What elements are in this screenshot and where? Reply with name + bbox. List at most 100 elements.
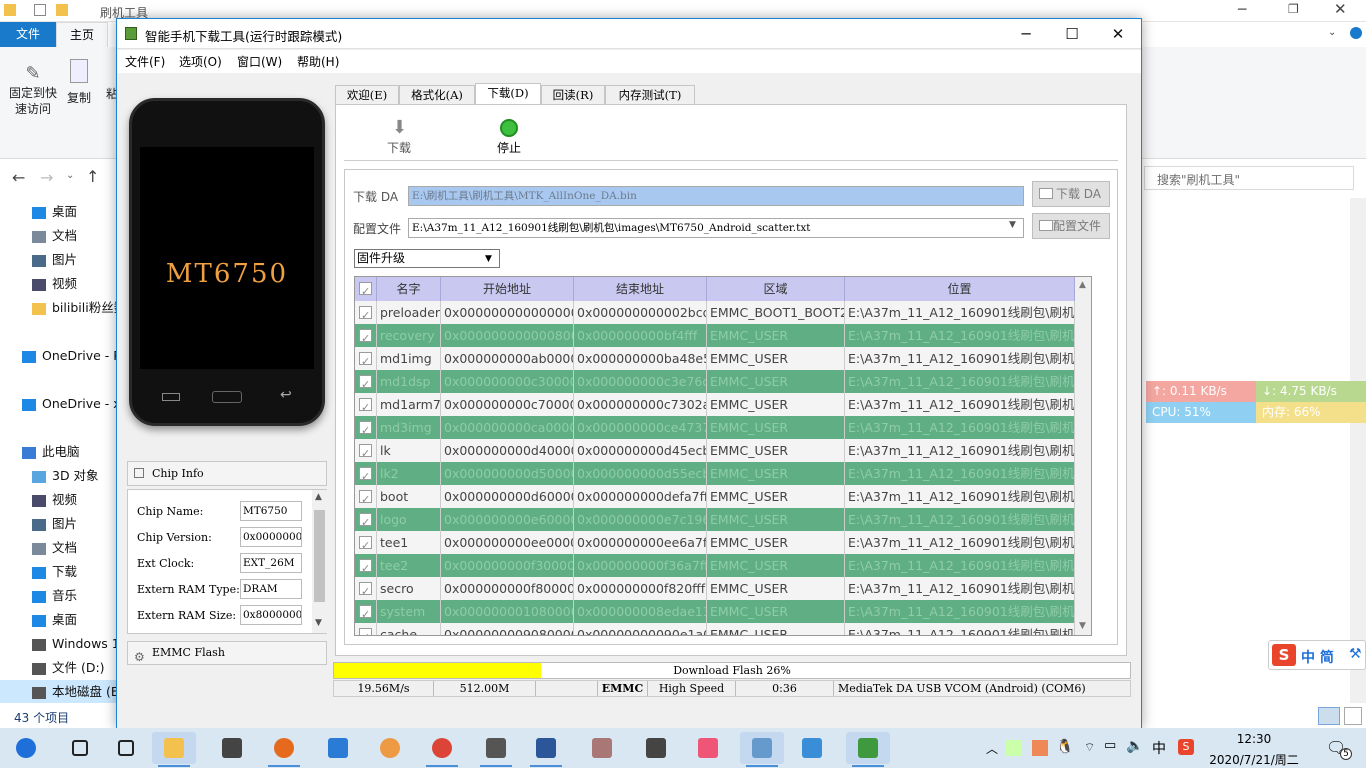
- word-icon[interactable]: [524, 732, 568, 767]
- col-region[interactable]: 区域: [707, 277, 845, 301]
- table-row[interactable]: system0x00000000108000000x000000008edae1…: [355, 600, 1075, 623]
- paste-partial[interactable]: 粘: [106, 85, 118, 102]
- row-checkbox[interactable]: [355, 370, 377, 393]
- tab-download[interactable]: 下载(D): [475, 83, 541, 105]
- ime-indicator[interactable]: 中: [1152, 738, 1166, 758]
- table-row[interactable]: md1img0x000000000ab000000x000000000ba48e…: [355, 347, 1075, 370]
- table-row[interactable]: md1dsp0x000000000c3000000x000000000c3e76…: [355, 370, 1075, 393]
- col-location[interactable]: 位置: [845, 277, 1075, 301]
- col-name[interactable]: 名字: [377, 277, 441, 301]
- sidebar-item[interactable]: 音乐: [0, 584, 116, 608]
- sidebar-item[interactable]: 桌面: [0, 200, 116, 224]
- volume-icon[interactable]: 🔈: [1126, 738, 1143, 754]
- minimize-icon[interactable]: ─: [1238, 2, 1246, 18]
- sidebar-item[interactable]: 图片: [0, 248, 116, 272]
- row-checkbox[interactable]: [355, 554, 377, 577]
- close-icon[interactable]: ✕: [1095, 19, 1141, 49]
- sidebar-item[interactable]: bilibili粉丝数: [0, 296, 116, 320]
- table-row[interactable]: secro0x000000000f8000000x000000000f820ff…: [355, 577, 1075, 600]
- sidebar-item[interactable]: 此电脑: [0, 440, 116, 464]
- scatter-dropdown-icon[interactable]: ▼: [1009, 220, 1016, 230]
- table-row[interactable]: recovery0x00000000000080000x000000000bf4…: [355, 324, 1075, 347]
- firefox-icon[interactable]: [262, 732, 306, 767]
- properties-icon[interactable]: [34, 4, 46, 16]
- tab-home[interactable]: 主页: [56, 22, 108, 47]
- avatar-app-icon[interactable]: [580, 732, 624, 764]
- row-checkbox[interactable]: [355, 301, 377, 324]
- tab-readback[interactable]: 回读(R): [541, 85, 605, 105]
- search-icon[interactable]: [58, 732, 102, 764]
- menu-file[interactable]: 文件(F): [125, 53, 165, 70]
- scroll-up-icon[interactable]: ▲: [315, 492, 322, 502]
- network-icon[interactable]: ▭: [1104, 738, 1116, 753]
- col-end[interactable]: 结束地址: [574, 277, 707, 301]
- clock-date[interactable]: 2020/7/21/周二: [1204, 751, 1304, 768]
- qq-icon[interactable]: 🐧: [1056, 739, 1073, 755]
- table-row[interactable]: lk20x000000000d5000000x000000000d55ecbfE…: [355, 462, 1075, 485]
- close-icon[interactable]: ✕: [1334, 0, 1347, 18]
- menu-help[interactable]: 帮助(H): [297, 53, 339, 70]
- ime-mode-label[interactable]: 中 简: [1301, 647, 1334, 667]
- scroll-thumb[interactable]: [314, 510, 325, 602]
- stop-button[interactable]: 停止: [484, 119, 534, 156]
- tab-welcome[interactable]: 欢迎(E): [335, 85, 399, 105]
- up-icon[interactable]: ↑: [86, 167, 99, 186]
- scroll-up-icon[interactable]: ▲: [1079, 280, 1086, 290]
- photos-color-icon[interactable]: [368, 732, 412, 764]
- explorer-scrollbar[interactable]: [1350, 198, 1366, 703]
- sidebar-item[interactable]: 视频: [0, 488, 116, 512]
- row-checkbox[interactable]: [355, 324, 377, 347]
- sogou-tray-icon[interactable]: S: [1178, 739, 1194, 755]
- sidebar-item[interactable]: 文件 (D:): [0, 656, 116, 680]
- tab-file[interactable]: 文件: [0, 22, 56, 47]
- da-path-field[interactable]: E:\刷机工具\刷机工具\MTK_AllInOne_DA.bin: [408, 186, 1024, 206]
- new-folder-icon[interactable]: [56, 4, 68, 16]
- scatter-button[interactable]: 配置文件: [1032, 213, 1110, 239]
- row-checkbox[interactable]: [355, 577, 377, 600]
- row-checkbox[interactable]: [355, 600, 377, 623]
- row-checkbox[interactable]: [355, 439, 377, 462]
- wifi-icon[interactable]: ⌔: [1084, 740, 1095, 755]
- table-row[interactable]: logo0x000000000e6000000x000000000e7c196f…: [355, 508, 1075, 531]
- table-row[interactable]: md1arm70x000000000c7000000x000000000c730…: [355, 393, 1075, 416]
- sidebar-item[interactable]: Windows 1: [0, 632, 116, 656]
- sidebar-item[interactable]: 下载: [0, 560, 116, 584]
- sogou-icon[interactable]: S: [1272, 644, 1296, 666]
- recent-icon[interactable]: ⌄: [66, 170, 74, 181]
- chip-info-scrollbar[interactable]: ▲ ▼: [312, 490, 327, 633]
- menu-options[interactable]: 选项(O): [179, 53, 222, 70]
- row-checkbox[interactable]: [355, 393, 377, 416]
- clock-time[interactable]: 12:30: [1214, 732, 1294, 746]
- flash-tool-icon[interactable]: [846, 732, 890, 767]
- scroll-down-icon[interactable]: ▼: [1079, 621, 1086, 631]
- forward-icon[interactable]: →: [40, 168, 53, 187]
- dancing-app-icon[interactable]: [474, 732, 518, 767]
- sidebar-item[interactable]: 文档: [0, 536, 116, 560]
- sidebar-item[interactable]: 图片: [0, 512, 116, 536]
- tray-app-icon[interactable]: [1006, 740, 1022, 756]
- settings-icon[interactable]: [634, 732, 678, 764]
- tab-memory-test[interactable]: 内存测试(T): [605, 85, 695, 105]
- photos-icon[interactable]: [790, 732, 834, 764]
- chip-info-header[interactable]: Chip Info: [127, 461, 327, 486]
- search-input[interactable]: 搜索"刷机工具": [1144, 166, 1354, 190]
- chrome-icon[interactable]: [420, 732, 464, 767]
- sidebar-item[interactable]: 本地磁盘 (E: [0, 680, 116, 704]
- col-begin[interactable]: 开始地址: [441, 277, 574, 301]
- qq-tool-icon[interactable]: [740, 732, 784, 767]
- scroll-down-icon[interactable]: ▼: [315, 618, 322, 628]
- table-row[interactable]: tee20x000000000f3000000x000000000f36a7ff…: [355, 554, 1075, 577]
- select-all-checkbox[interactable]: [355, 277, 377, 304]
- tab-format[interactable]: 格式化(A): [399, 85, 475, 105]
- details-view-icon[interactable]: [1318, 707, 1340, 725]
- start-icon[interactable]: [4, 732, 48, 764]
- help-icon[interactable]: [1350, 27, 1362, 39]
- row-checkbox[interactable]: [355, 485, 377, 508]
- copy-button[interactable]: 复制: [64, 59, 94, 106]
- tray-chevron-icon[interactable]: ︿: [986, 740, 998, 757]
- scatter-path-field[interactable]: E:\A37m_11_A12_160901线刷包\刷机包\images\MT67…: [408, 218, 1024, 238]
- table-row[interactable]: lk0x000000000d4000000x000000000d45ecbfEM…: [355, 439, 1075, 462]
- row-checkbox[interactable]: [355, 508, 377, 531]
- tray-app-icon-2[interactable]: [1032, 740, 1048, 756]
- grid-scrollbar[interactable]: ▲ ▼: [1075, 277, 1091, 635]
